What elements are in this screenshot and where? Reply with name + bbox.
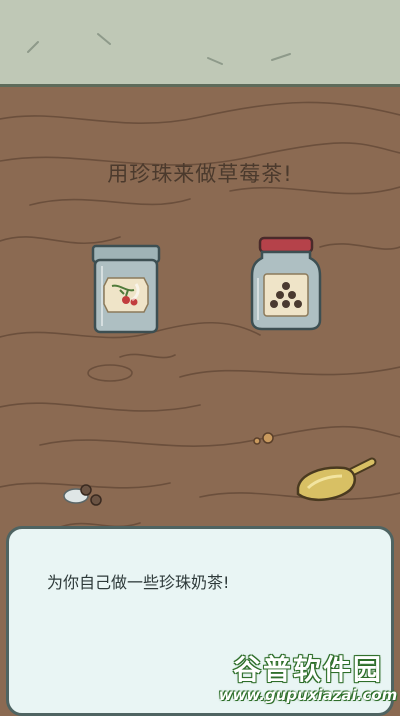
small-pebbles: [250, 430, 280, 446]
strawberry-tea-tin[interactable]: [90, 244, 162, 336]
dialog-text: 为你自己做一些珍珠奶茶!: [47, 573, 230, 592]
watermark-title: 谷普软件园: [232, 653, 383, 686]
pearl-jar-icon: [250, 236, 322, 331]
spilled-pearls[interactable]: [62, 476, 106, 510]
instruction-headline: 用珍珠来做草莓茶!: [107, 162, 293, 186]
tapioca-pearl-jar[interactable]: [250, 236, 322, 332]
watermark-url: www.gupuxiazai.com: [218, 686, 398, 704]
tea-tin-icon: [91, 244, 161, 334]
scoop-icon[interactable]: [294, 454, 380, 506]
watermark: 谷普软件园 www.gupuxiazai.com: [218, 648, 398, 708]
wall-background: [0, 0, 400, 87]
